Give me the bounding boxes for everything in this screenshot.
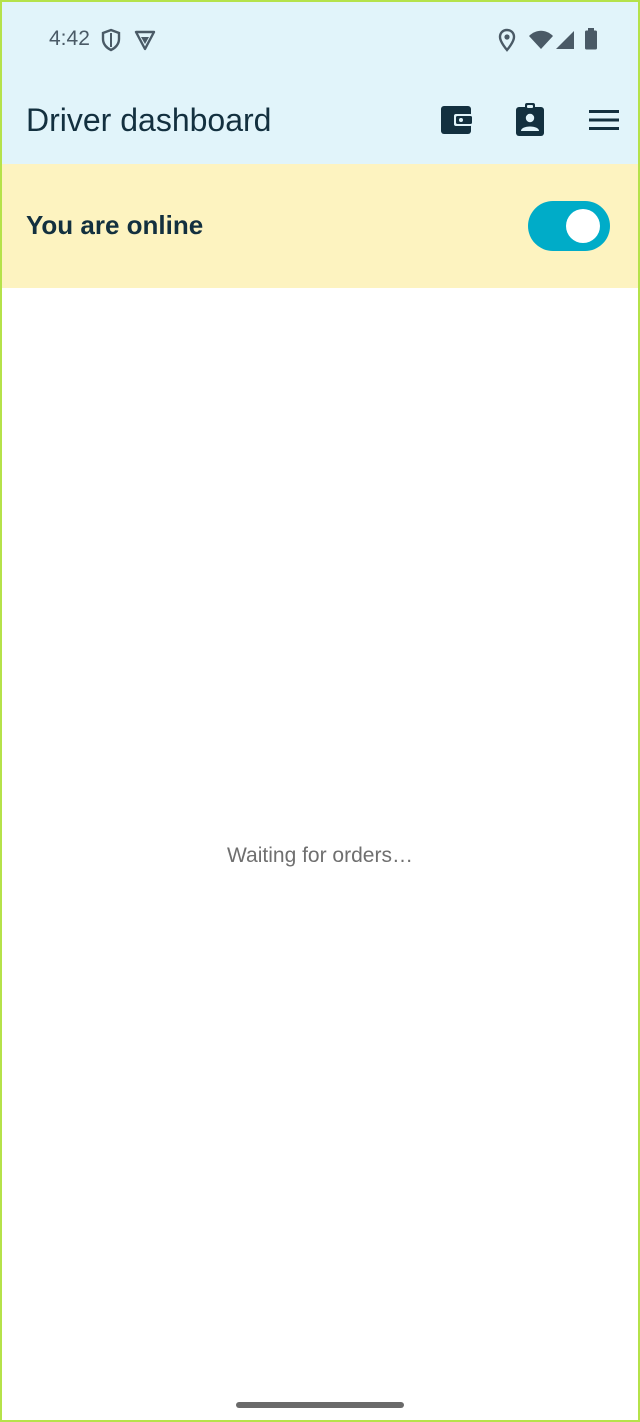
shield-icon xyxy=(100,28,122,57)
empty-state-message: Waiting for orders… xyxy=(227,844,413,867)
online-toggle[interactable] xyxy=(528,201,610,251)
wifi-icon xyxy=(528,30,554,55)
profile-clipboard-icon xyxy=(515,102,545,142)
app-screen: 4:42 Driver dashboard You are online Wai… xyxy=(0,0,640,1422)
status-bar: 4:42 xyxy=(2,2,638,80)
signal-icon xyxy=(555,30,575,55)
app-bar: Driver dashboard xyxy=(2,80,638,164)
menu-button[interactable] xyxy=(582,100,626,144)
menu-icon xyxy=(589,109,619,136)
battery-icon xyxy=(584,28,598,55)
vpn-icon xyxy=(134,28,156,57)
online-status-label: You are online xyxy=(26,210,204,240)
page-title: Driver dashboard xyxy=(26,102,272,138)
header-area: 4:42 Driver dashboard xyxy=(2,2,638,164)
wallet-icon xyxy=(440,105,472,140)
status-time: 4:42 xyxy=(49,27,90,50)
wallet-button[interactable] xyxy=(434,100,478,144)
online-status-banner: You are online xyxy=(2,164,638,288)
home-indicator[interactable] xyxy=(236,1402,404,1408)
location-icon xyxy=(497,28,517,57)
profile-clipboard-button[interactable] xyxy=(508,100,552,144)
toggle-thumb xyxy=(566,209,600,243)
